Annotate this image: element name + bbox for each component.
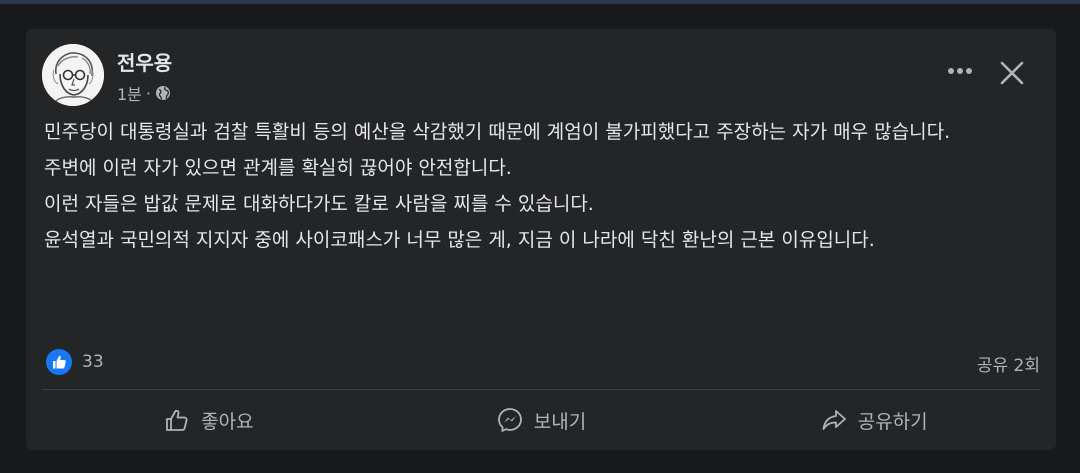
meta-separator: · xyxy=(145,83,151,103)
action-bar: 좋아요 보내기 공유하기 xyxy=(42,398,1040,442)
more-icon[interactable] xyxy=(942,63,978,79)
send-button-label: 보내기 xyxy=(533,410,587,433)
window-top-strip xyxy=(0,0,1080,4)
thumbs-up-icon xyxy=(166,409,188,431)
reaction-summary[interactable]: 33 xyxy=(46,349,104,375)
like-button[interactable]: 좋아요 xyxy=(42,398,375,442)
post-header: 전우용 1분 · xyxy=(26,29,1056,119)
post-paragraph: 민주당이 대통령실과 검찰 특활비 등의 예산을 삭감했기 때문에 계엄이 불가… xyxy=(44,121,951,143)
post-paragraph: 윤석열과 국민의적 지지자 중에 사이코패스가 너무 많은 게, 지금 이 나라… xyxy=(44,229,875,251)
post-meta: 1분 · xyxy=(117,81,171,105)
author-name[interactable]: 전우용 xyxy=(117,47,172,76)
close-icon[interactable] xyxy=(998,59,1026,87)
like-button-label: 좋아요 xyxy=(201,410,254,433)
messenger-icon xyxy=(497,408,522,432)
send-button[interactable]: 보내기 xyxy=(375,398,708,442)
avatar-portrait-sketch xyxy=(42,44,104,106)
post-time[interactable]: 1분 xyxy=(117,81,142,105)
post-card: 전우용 1분 · 민주당이 대통령실과 검찰 특활비 등의 예산을 삭감했기 때… xyxy=(26,29,1056,450)
like-badge-icon xyxy=(46,349,72,375)
share-button-label: 공유하기 xyxy=(857,410,928,433)
globe-icon[interactable] xyxy=(155,85,171,101)
share-button[interactable]: 공유하기 xyxy=(707,398,1040,442)
reaction-count: 33 xyxy=(82,352,104,372)
share-arrow-icon xyxy=(822,410,846,430)
avatar[interactable] xyxy=(42,44,104,106)
post-paragraph: 주변에 이런 자가 있으면 관계를 확실히 끊어야 안전합니다. xyxy=(44,157,512,179)
divider xyxy=(42,389,1040,390)
post-text: 민주당이 대통령실과 검찰 특활비 등의 예산을 삭감했기 때문에 계엄이 불가… xyxy=(44,117,1044,261)
post-paragraph: 이런 자들은 밥값 문제로 대화하다가도 칼로 사람을 찌를 수 있습니다. xyxy=(44,193,594,215)
shares-count[interactable]: 공유 2회 xyxy=(977,351,1040,376)
